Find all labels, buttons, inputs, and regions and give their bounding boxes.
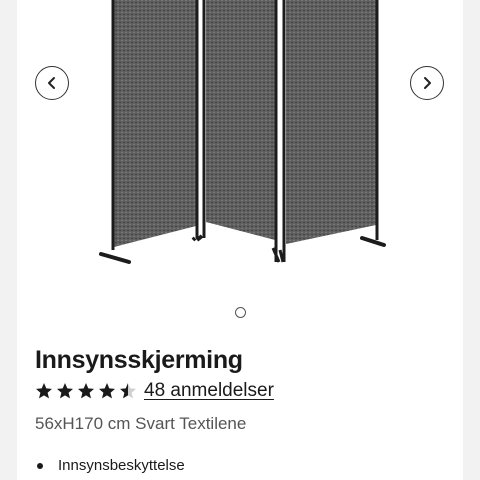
chevron-left-icon: [48, 77, 55, 89]
star-filled-icon: [78, 383, 94, 399]
gallery-pagination: [17, 307, 463, 318]
image-gallery: [17, 0, 463, 318]
gallery-next-button[interactable]: [410, 66, 444, 100]
product-image: [99, 0, 386, 264]
bullet-icon: [37, 462, 43, 469]
feature-list: Innsynsbeskyttelse: [35, 457, 185, 474]
rating-row: 48 anmeldelser: [35, 380, 274, 402]
star-filled-icon: [99, 383, 115, 399]
star-filled-icon: [36, 383, 52, 399]
star-rating: [35, 382, 140, 400]
feature-label: Innsynsbeskyttelse: [58, 457, 185, 474]
feature-item: Innsynsbeskyttelse: [35, 457, 185, 474]
gallery-dot[interactable]: [234, 307, 246, 318]
star-filled-icon: [57, 383, 73, 399]
reviews-link[interactable]: 48 anmeldelser: [144, 380, 274, 402]
star-half-icon: [120, 383, 136, 399]
gallery-prev-button[interactable]: [35, 66, 69, 100]
product-variant: 56xH170 cm Svart Textilene: [35, 414, 247, 433]
product-title: Innsynsskjerming: [35, 346, 243, 374]
product-card: Innsynsskjerming 48 anmeldelser 56xH170 …: [17, 0, 463, 480]
chevron-right-icon: [424, 77, 431, 89]
